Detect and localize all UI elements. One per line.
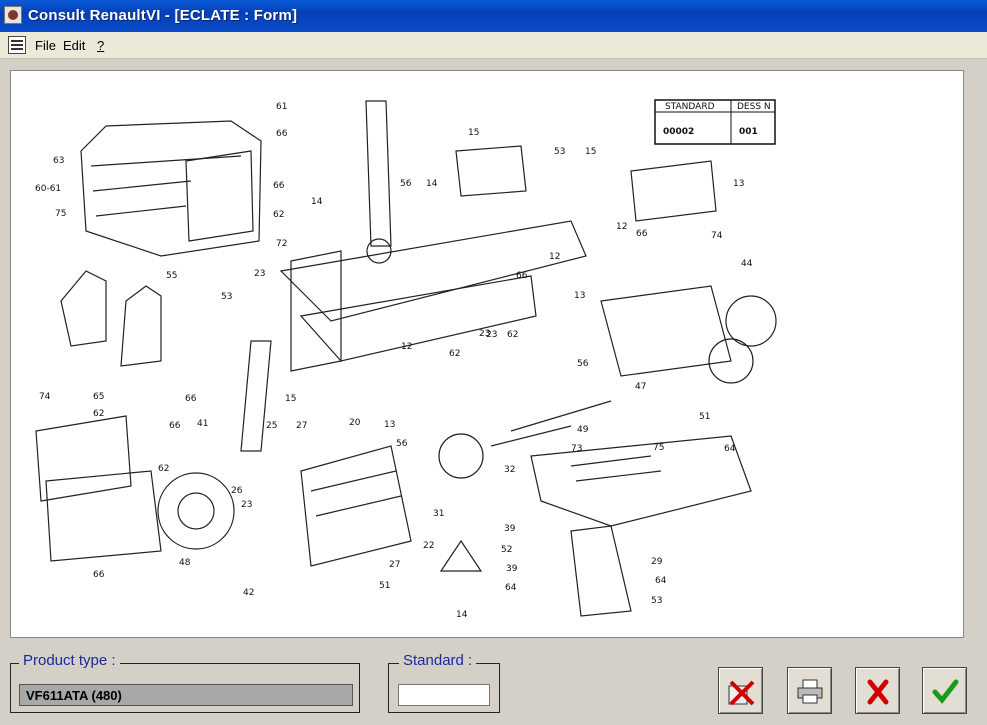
part-callout[interactable]: 26 (231, 486, 243, 496)
part-callout[interactable]: 66 (276, 129, 288, 139)
part-callout[interactable]: 62 (507, 330, 518, 340)
part-callout[interactable]: 74 (39, 392, 51, 402)
part-callout[interactable]: 31 (433, 509, 444, 519)
part-callout[interactable]: 23 (241, 500, 252, 510)
standard-header: STANDARD (665, 102, 715, 112)
part-callout[interactable]: 64 (724, 444, 736, 454)
part-callout[interactable]: 56 (396, 439, 408, 449)
part-callout[interactable]: 64 (655, 576, 667, 586)
part-callout[interactable]: 22 (423, 541, 434, 551)
part-callout[interactable]: 23 (254, 269, 265, 279)
part-callout[interactable]: 15 (585, 147, 596, 157)
menu-edit[interactable]: Edit (63, 38, 85, 53)
part-callout[interactable]: 61 (276, 102, 287, 112)
product-type-field[interactable]: VF611ATA (480) (19, 684, 353, 706)
part-callout[interactable]: 27 (296, 421, 307, 431)
part-callout[interactable]: 66 (185, 394, 197, 404)
product-type-label: Product type : (19, 652, 120, 669)
menu-bar: File Edit ? (0, 32, 987, 59)
part-callout[interactable]: 63 (53, 156, 64, 166)
standard-label: Standard : (399, 652, 477, 669)
standard-number: 00002 (663, 127, 694, 137)
part-callout[interactable]: 14 (456, 610, 468, 620)
part-callout[interactable]: 51 (379, 581, 390, 591)
cancel-icon (867, 679, 889, 705)
part-callout[interactable]: 64 (505, 583, 517, 593)
part-callout[interactable]: 75 (55, 209, 66, 219)
part-callout[interactable]: 13 (733, 179, 744, 189)
part-callout[interactable]: 12 (616, 222, 627, 232)
part-callout[interactable]: 13 (384, 420, 395, 430)
exploded-view-drawing[interactable]: STANDARD DESS N 00002 001 61 66 63 60-61 66 7… (11, 71, 963, 637)
part-callout[interactable]: 66 (169, 421, 181, 431)
part-callout[interactable]: 72 (276, 239, 287, 249)
part-callout[interactable]: 29 (651, 557, 663, 567)
standard-field[interactable] (398, 684, 490, 706)
part-callout[interactable]: 53 (554, 147, 565, 157)
part-callout[interactable]: 25 (266, 421, 277, 431)
part-callout[interactable]: 66 (273, 181, 285, 191)
ok-button[interactable] (922, 667, 967, 714)
part-callout[interactable]: 27 (389, 560, 400, 570)
part-callout[interactable]: 13 (574, 291, 585, 301)
document-menu-icon[interactable] (8, 36, 26, 54)
part-callout[interactable]: 62 (158, 464, 169, 474)
printer-icon (797, 679, 823, 704)
part-callout[interactable]: 12 (549, 252, 560, 262)
menu-file[interactable]: File (35, 38, 56, 53)
part-callout[interactable]: 49 (577, 425, 589, 435)
part-callout[interactable]: 73 (571, 444, 582, 454)
part-callout[interactable]: 14 (311, 197, 323, 207)
drawing-title-block: STANDARD DESS N 00002 001 (654, 99, 776, 145)
part-callout[interactable]: 32 (504, 465, 515, 475)
part-callout[interactable]: 65 (93, 392, 104, 402)
part-callout[interactable]: 55 (166, 271, 177, 281)
sheet-header: DESS N (737, 102, 771, 112)
part-callout[interactable]: 75 (653, 443, 664, 453)
clear-button[interactable] (718, 667, 763, 714)
title-bar: Consult RenaultVI - [ECLATE : Form] (0, 0, 987, 32)
clear-icon (728, 680, 755, 706)
part-callout[interactable]: 12 (401, 342, 412, 352)
part-callout[interactable]: 15 (468, 128, 479, 138)
part-callout[interactable]: 51 (699, 412, 710, 422)
part-callout[interactable]: 56 (400, 179, 412, 189)
print-button[interactable] (787, 667, 832, 714)
part-callout[interactable]: 20 (349, 418, 361, 428)
part-callout[interactable]: 74 (711, 231, 723, 241)
part-callout[interactable]: 47 (635, 382, 646, 392)
part-callout[interactable]: 39 (504, 524, 516, 534)
part-callout[interactable]: 66 (636, 229, 648, 239)
part-callout[interactable]: 66 (93, 570, 105, 580)
cancel-button[interactable] (855, 667, 900, 714)
part-callout[interactable]: 41 (197, 419, 208, 429)
part-callout[interactable]: 14 (426, 179, 438, 189)
window-title: Consult RenaultVI - [ECLATE : Form] (28, 7, 298, 24)
product-type-group: Product type : VF611ATA (480) (10, 652, 360, 713)
part-callout[interactable]: 53 (221, 292, 232, 302)
exploded-view-frame: STANDARD DESS N 00002 001 61 66 63 60-61 66 7… (10, 70, 964, 638)
part-callout[interactable]: 66 (516, 271, 528, 281)
part-callout[interactable]: 23 (486, 330, 497, 340)
part-callout[interactable]: 44 (741, 259, 753, 269)
part-callout[interactable]: 62 (93, 409, 104, 419)
menu-help[interactable]: ? (97, 38, 104, 53)
part-callout[interactable]: 53 (651, 596, 662, 606)
part-callout[interactable]: 42 (243, 588, 254, 598)
part-callout[interactable]: 62 (273, 210, 284, 220)
part-callout[interactable]: 62 (449, 349, 460, 359)
part-callout[interactable]: 48 (179, 558, 191, 568)
app-icon[interactable] (4, 6, 22, 24)
part-callout[interactable]: 39 (506, 564, 518, 574)
check-icon (932, 679, 959, 704)
part-callout[interactable]: 60-61 (35, 184, 61, 194)
standard-group: Standard : (388, 652, 500, 713)
part-callout[interactable]: 56 (577, 359, 589, 369)
part-callout[interactable]: 52 (501, 545, 512, 555)
part-callout[interactable]: 15 (285, 394, 296, 404)
sheet-number: 001 (739, 127, 758, 137)
